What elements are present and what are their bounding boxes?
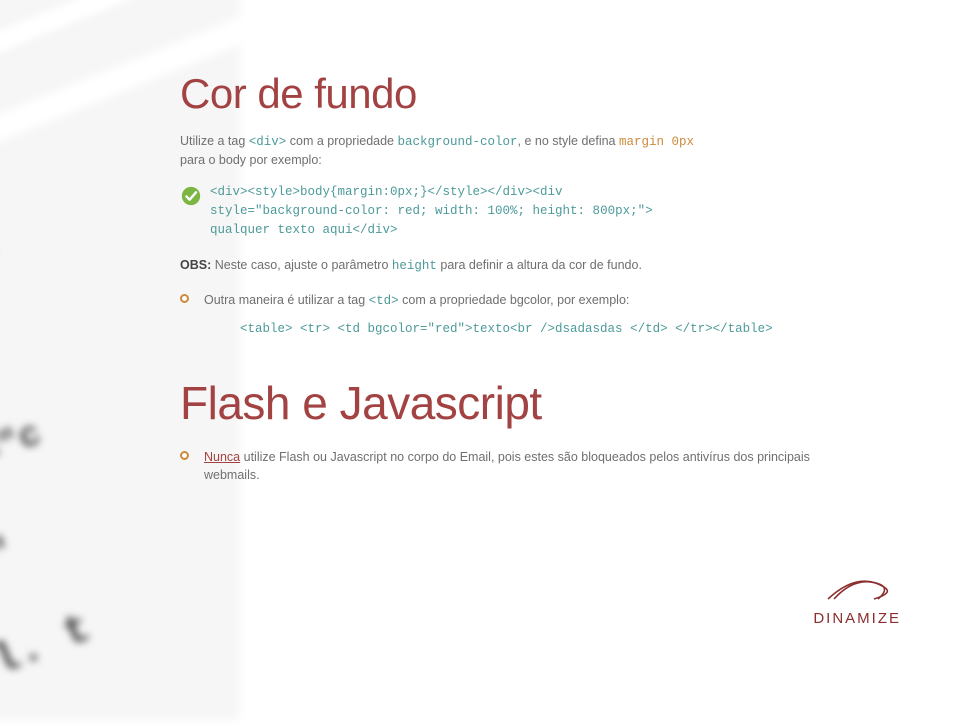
heading-flash-js: Flash e Javascript <box>180 376 860 430</box>
text: Neste caso, ajuste o parâmetro <box>211 258 392 272</box>
text: , e no style defina <box>518 134 619 148</box>
text: com a propriedade bgcolor, por exemplo: <box>399 293 630 307</box>
nunca-emphasis: Nunca <box>204 450 240 464</box>
obs-note: OBS: Neste caso, ajuste o parâmetro heig… <box>180 258 860 273</box>
page-content: Cor de fundo Utilize a tag <div> com a p… <box>180 70 860 484</box>
text: para o body por exemplo: <box>180 153 322 167</box>
text: com a propriedade <box>286 134 397 148</box>
code-margin: margin 0px <box>619 135 694 149</box>
code-example-2: <table> <tr> <td bgcolor="red">texto<br … <box>240 322 860 336</box>
code-tag-div: <div> <box>249 135 287 149</box>
bullet-item-2: Nunca utilize Flash ou Javascript no cor… <box>180 448 860 484</box>
bullet-text: Nunca utilize Flash ou Javascript no cor… <box>204 448 860 484</box>
code-tag-td: <td> <box>369 294 399 308</box>
code-line: style="background-color: red; width: 100… <box>210 204 653 218</box>
logo-text: DINAMIZE <box>813 610 901 627</box>
bullet-icon <box>180 451 189 460</box>
code-line: <div><style>body{margin:0px;}</style></d… <box>210 185 563 199</box>
code-height: height <box>392 259 437 273</box>
check-icon <box>180 185 202 207</box>
heading-cor-de-fundo: Cor de fundo <box>180 70 860 118</box>
obs-label: OBS: <box>180 258 211 272</box>
code-line: qualquer texto aqui</div> <box>210 223 398 237</box>
text: Outra maneira é utilizar a tag <box>204 293 369 307</box>
code-example-1: <div><style>body{margin:0px;}</style></d… <box>210 183 860 239</box>
text: utilize Flash ou Javascript no corpo do … <box>204 450 810 482</box>
code-prop-bg: background-color <box>397 135 517 149</box>
text: Utilize a tag <box>180 134 249 148</box>
intro-paragraph: Utilize a tag <div> com a propriedade ba… <box>180 132 860 169</box>
bullet-text: Outra maneira é utilizar a tag <td> com … <box>204 291 860 310</box>
bullet-icon <box>180 294 189 303</box>
brand-logo: DINAMIZE <box>813 573 901 627</box>
text: para definir a altura da cor de fundo. <box>437 258 642 272</box>
bullet-item-1: Outra maneira é utilizar a tag <td> com … <box>180 291 860 336</box>
logo-mark-icon <box>814 573 900 603</box>
